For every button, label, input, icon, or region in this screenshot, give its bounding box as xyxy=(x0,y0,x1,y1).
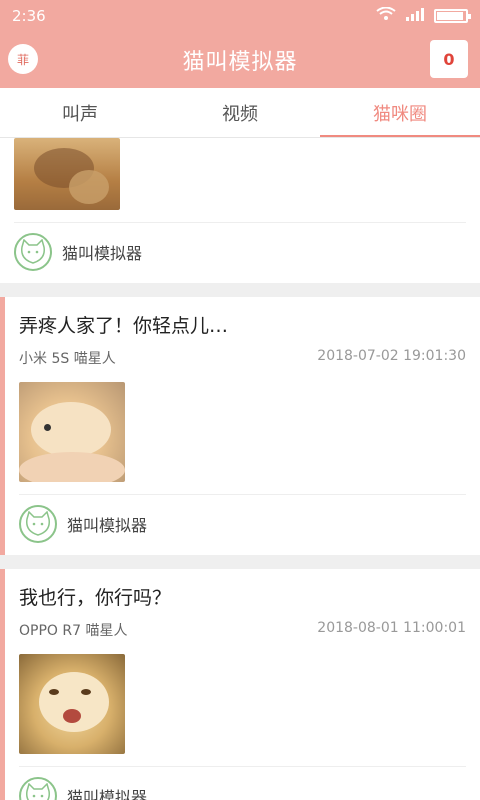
feed[interactable]: 猫叫模拟器 弄疼人家了！你轻点儿… 小米 5S 喵星人 2018-07-02 1… xyxy=(0,138,480,800)
feed-card[interactable]: 猫叫模拟器 xyxy=(0,138,480,283)
post-title: 我也行，你行吗？ xyxy=(19,587,172,609)
tab-bar: 叫声 视频 猫咪圈 xyxy=(0,88,480,138)
battery-icon xyxy=(434,9,471,23)
card-footer: 猫叫模拟器 xyxy=(19,495,466,543)
cat-avatar-icon[interactable] xyxy=(14,233,52,271)
post-meta: 小米 5S 喵星人 2018-07-02 19:01:30 xyxy=(19,348,466,368)
post-device: 小米 5S 喵星人 xyxy=(19,351,116,367)
cat-photo[interactable] xyxy=(14,138,120,210)
post-timestamp: 2018-08-01 11:00:01 xyxy=(317,620,466,636)
post-device: OPPO R7 喵星人 xyxy=(19,623,128,639)
post-title: 弄疼人家了！你轻点儿… xyxy=(19,315,229,337)
card-footer: 猫叫模拟器 xyxy=(19,767,466,800)
hamster-photo[interactable] xyxy=(19,382,125,482)
feed-card[interactable]: 弄疼人家了！你轻点儿… 小米 5S 喵星人 2018-07-02 19:01:3… xyxy=(0,297,480,555)
app-bar: 菲 猫叫模拟器 0 xyxy=(0,32,480,88)
count-badge-button[interactable]: 0 xyxy=(430,40,468,78)
cat-photo[interactable] xyxy=(19,654,125,754)
status-time: 2:36 xyxy=(12,7,46,25)
signal-icon xyxy=(406,7,424,25)
card-footer: 猫叫模拟器 xyxy=(14,223,466,271)
author-name: 猫叫模拟器 xyxy=(67,516,148,535)
cat-avatar-icon[interactable] xyxy=(19,777,57,800)
feed-card[interactable]: 我也行，你行吗？ OPPO R7 喵星人 2018-08-01 11:00:01… xyxy=(0,569,480,800)
app-title: 猫叫模拟器 xyxy=(182,50,298,75)
author-name: 猫叫模拟器 xyxy=(67,788,148,800)
status-icons xyxy=(376,6,471,25)
cat-avatar-icon[interactable] xyxy=(19,505,57,543)
profile-badge-button[interactable]: 菲 xyxy=(8,44,38,74)
status-bar: 2:36 xyxy=(0,0,480,32)
post-timestamp: 2018-07-02 19:01:30 xyxy=(317,348,466,364)
tab-videos[interactable]: 视频 xyxy=(160,88,320,137)
wifi-icon xyxy=(376,6,396,25)
author-name: 猫叫模拟器 xyxy=(62,244,143,263)
tab-cat-circle[interactable]: 猫咪圈 xyxy=(320,88,480,137)
tab-sounds[interactable]: 叫声 xyxy=(0,88,160,137)
post-meta: OPPO R7 喵星人 2018-08-01 11:00:01 xyxy=(19,620,466,640)
